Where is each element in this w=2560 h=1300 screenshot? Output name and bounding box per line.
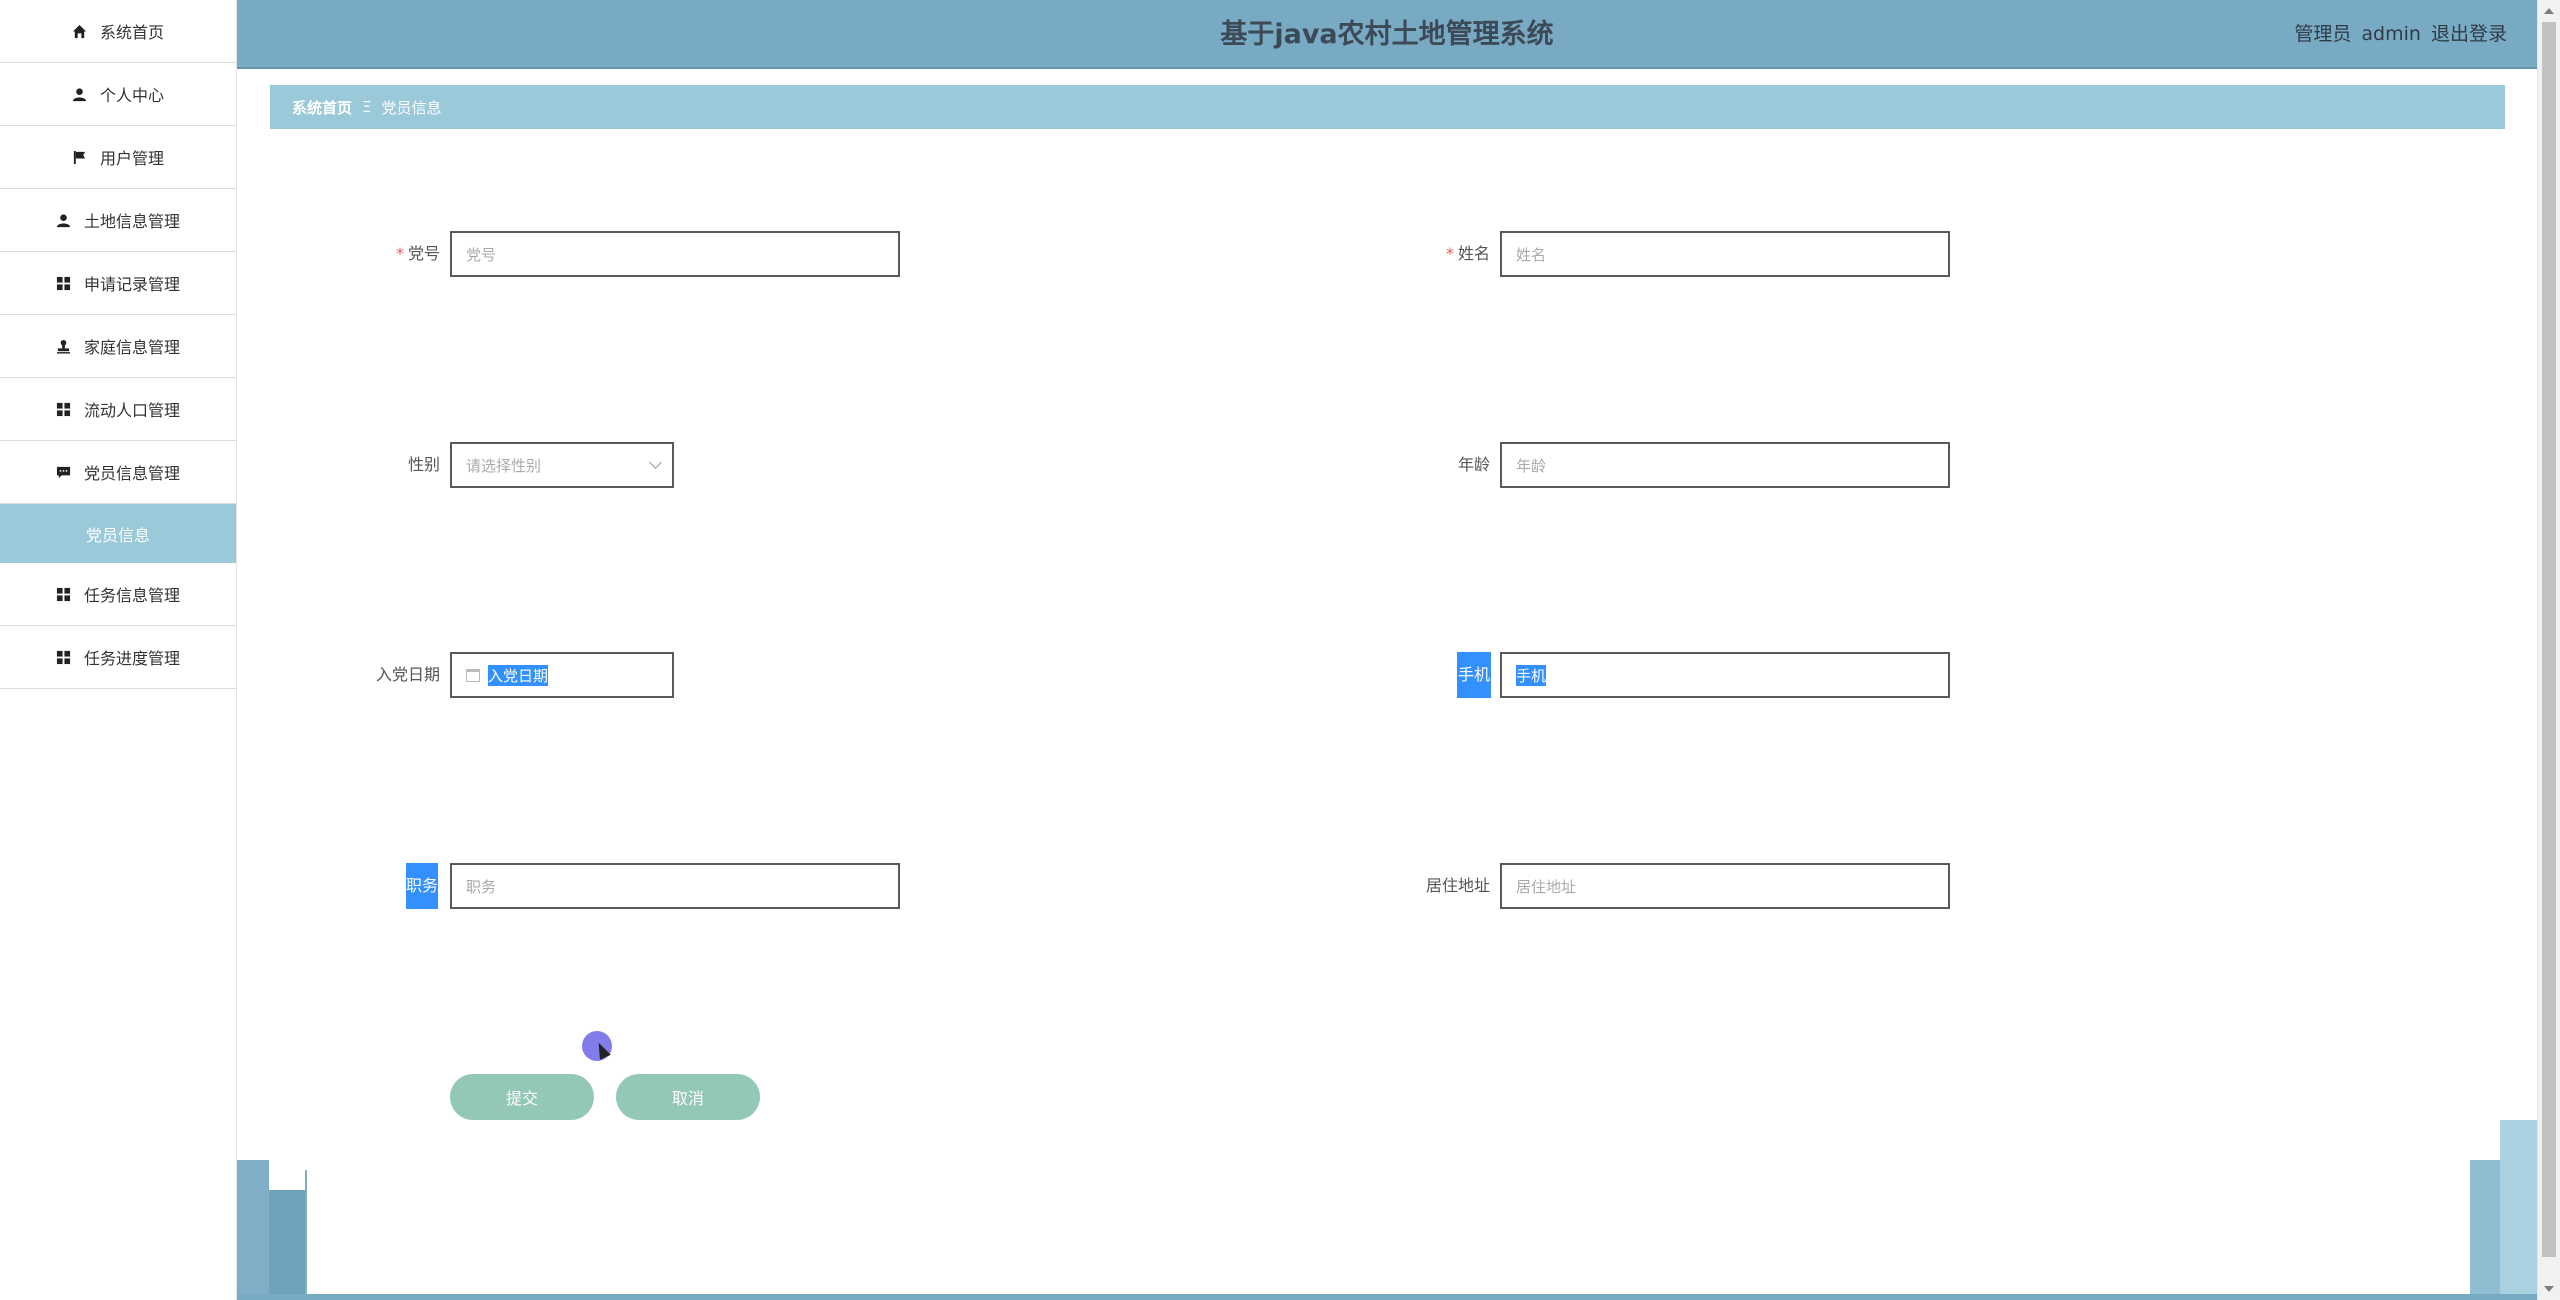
party-no-label-text: 党号 (407, 244, 440, 263)
sidebar-item-label: 个人中心 (99, 86, 164, 105)
bottom-card (305, 1170, 2470, 1300)
phone-label: 手机 (1457, 652, 1491, 698)
vertical-scrollbar[interactable] (2537, 0, 2560, 1300)
name-input[interactable]: 姓名 (1500, 231, 1950, 277)
address-placeholder: 居住地址 (1516, 877, 1577, 896)
sidebar-item-label: 任务进度管理 (83, 649, 180, 668)
sidebar-item-party-member-info[interactable]: 党员信息管理 (0, 441, 236, 504)
sidebar-item-floating-population[interactable]: 流动人口管理 (0, 378, 236, 441)
breadcrumb: 系统首页 Ξ 党员信息 (270, 85, 2505, 129)
sidebar-subitem-party-member[interactable]: 党员信息 (0, 504, 236, 563)
username: admin (2361, 23, 2421, 45)
gender-label: 性别 (407, 455, 440, 474)
sidebar-item-label: 党员信息管理 (83, 464, 180, 483)
sidebar-item-label: 家庭信息管理 (83, 338, 180, 357)
scrollbar-thumb[interactable] (2542, 22, 2556, 1257)
logout-link[interactable]: 退出登录 (2431, 23, 2507, 45)
sidebar-item-task-info[interactable]: 任务信息管理 (0, 563, 236, 626)
name-label: * 姓名 (1380, 231, 1490, 277)
address-input[interactable]: 居住地址 (1500, 863, 1950, 909)
chat-icon (56, 464, 72, 480)
position-label: 职务 (406, 863, 438, 909)
grid-icon (56, 586, 72, 602)
sidebar-item-label: 土地信息管理 (83, 212, 180, 231)
person-icon (56, 212, 72, 228)
breadcrumb-current: 党员信息 (381, 98, 442, 117)
sidebar-item-application-records[interactable]: 申请记录管理 (0, 252, 236, 315)
phone-placeholder: 手机 (1516, 664, 1547, 686)
gender-placeholder: 请选择性别 (466, 456, 542, 475)
header: 基于java农村土地管理系统 管理员 admin 退出登录 (237, 0, 2537, 69)
breadcrumb-home[interactable]: 系统首页 (292, 97, 352, 118)
chevron-down-icon (649, 456, 662, 469)
position-placeholder: 职务 (466, 877, 497, 896)
sidebar-item-home[interactable]: 系统首页 (0, 0, 236, 63)
sidebar-item-personal-center[interactable]: 个人中心 (0, 63, 236, 126)
flag-icon (72, 149, 88, 165)
sidebar-item-label: 流动人口管理 (83, 401, 180, 420)
required-mark: * (395, 244, 404, 263)
name-label-text: 姓名 (1457, 244, 1490, 263)
age-label: 年龄 (1457, 455, 1490, 474)
join-date-label: 入党日期 (375, 665, 440, 684)
address-label: 居住地址 (1425, 876, 1490, 895)
decoration-right-bar (2470, 1160, 2500, 1300)
age-placeholder: 年龄 (1516, 456, 1547, 475)
grid-icon (56, 401, 72, 417)
party-no-input[interactable]: 党号 (450, 231, 900, 277)
join-date-picker[interactable]: 入党日期 (450, 652, 674, 698)
position-input[interactable]: 职务 (450, 863, 900, 909)
person-icon (72, 86, 88, 102)
decoration-left-bar-2 (269, 1190, 305, 1300)
user-role: 管理员 (2294, 23, 2352, 45)
sidebar-item-label: 申请记录管理 (83, 275, 180, 294)
sidebar-item-label: 用户管理 (99, 149, 164, 168)
gender-select[interactable]: 请选择性别 (450, 442, 674, 488)
sidebar-item-user-management[interactable]: 用户管理 (0, 126, 236, 189)
grid-icon (56, 275, 72, 291)
cancel-button[interactable]: 取消 (616, 1074, 760, 1120)
decoration-right-bar-2 (2500, 1120, 2537, 1300)
required-mark: * (1445, 244, 1454, 263)
sidebar-item-label: 任务信息管理 (83, 586, 180, 605)
phone-input[interactable]: 手机 (1500, 652, 1950, 698)
stamp-icon (56, 338, 72, 354)
sidebar-item-family-info[interactable]: 家庭信息管理 (0, 315, 236, 378)
home-icon (72, 23, 88, 39)
scroll-down-icon[interactable] (2544, 1286, 2554, 1292)
grid-icon (56, 649, 72, 665)
age-input[interactable]: 年龄 (1500, 442, 1950, 488)
sidebar-item-land-info[interactable]: 土地信息管理 (0, 189, 236, 252)
sidebar: 系统首页 个人中心 用户管理 土地信息管理 申请记录管理 家庭信息管理 流动人口… (0, 0, 237, 1300)
scroll-up-icon[interactable] (2544, 8, 2554, 14)
bottom-border (237, 1294, 2537, 1300)
join-date-placeholder: 入党日期 (488, 664, 549, 686)
app-title: 基于java农村土地管理系统 (1220, 19, 1554, 50)
sidebar-item-task-progress[interactable]: 任务进度管理 (0, 626, 236, 689)
name-placeholder: 姓名 (1516, 245, 1547, 264)
calendar-icon (466, 668, 480, 682)
app-root: 系统首页 个人中心 用户管理 土地信息管理 申请记录管理 家庭信息管理 流动人口… (0, 0, 2560, 1300)
breadcrumb-separator: Ξ (362, 98, 372, 116)
party-no-placeholder: 党号 (466, 245, 497, 264)
submit-button[interactable]: 提交 (450, 1074, 594, 1120)
decoration-left-bar (237, 1160, 269, 1300)
party-no-label: * 党号 (330, 231, 440, 277)
sidebar-item-label: 系统首页 (99, 23, 164, 42)
user-area: 管理员 admin 退出登录 (2290, 0, 2507, 69)
